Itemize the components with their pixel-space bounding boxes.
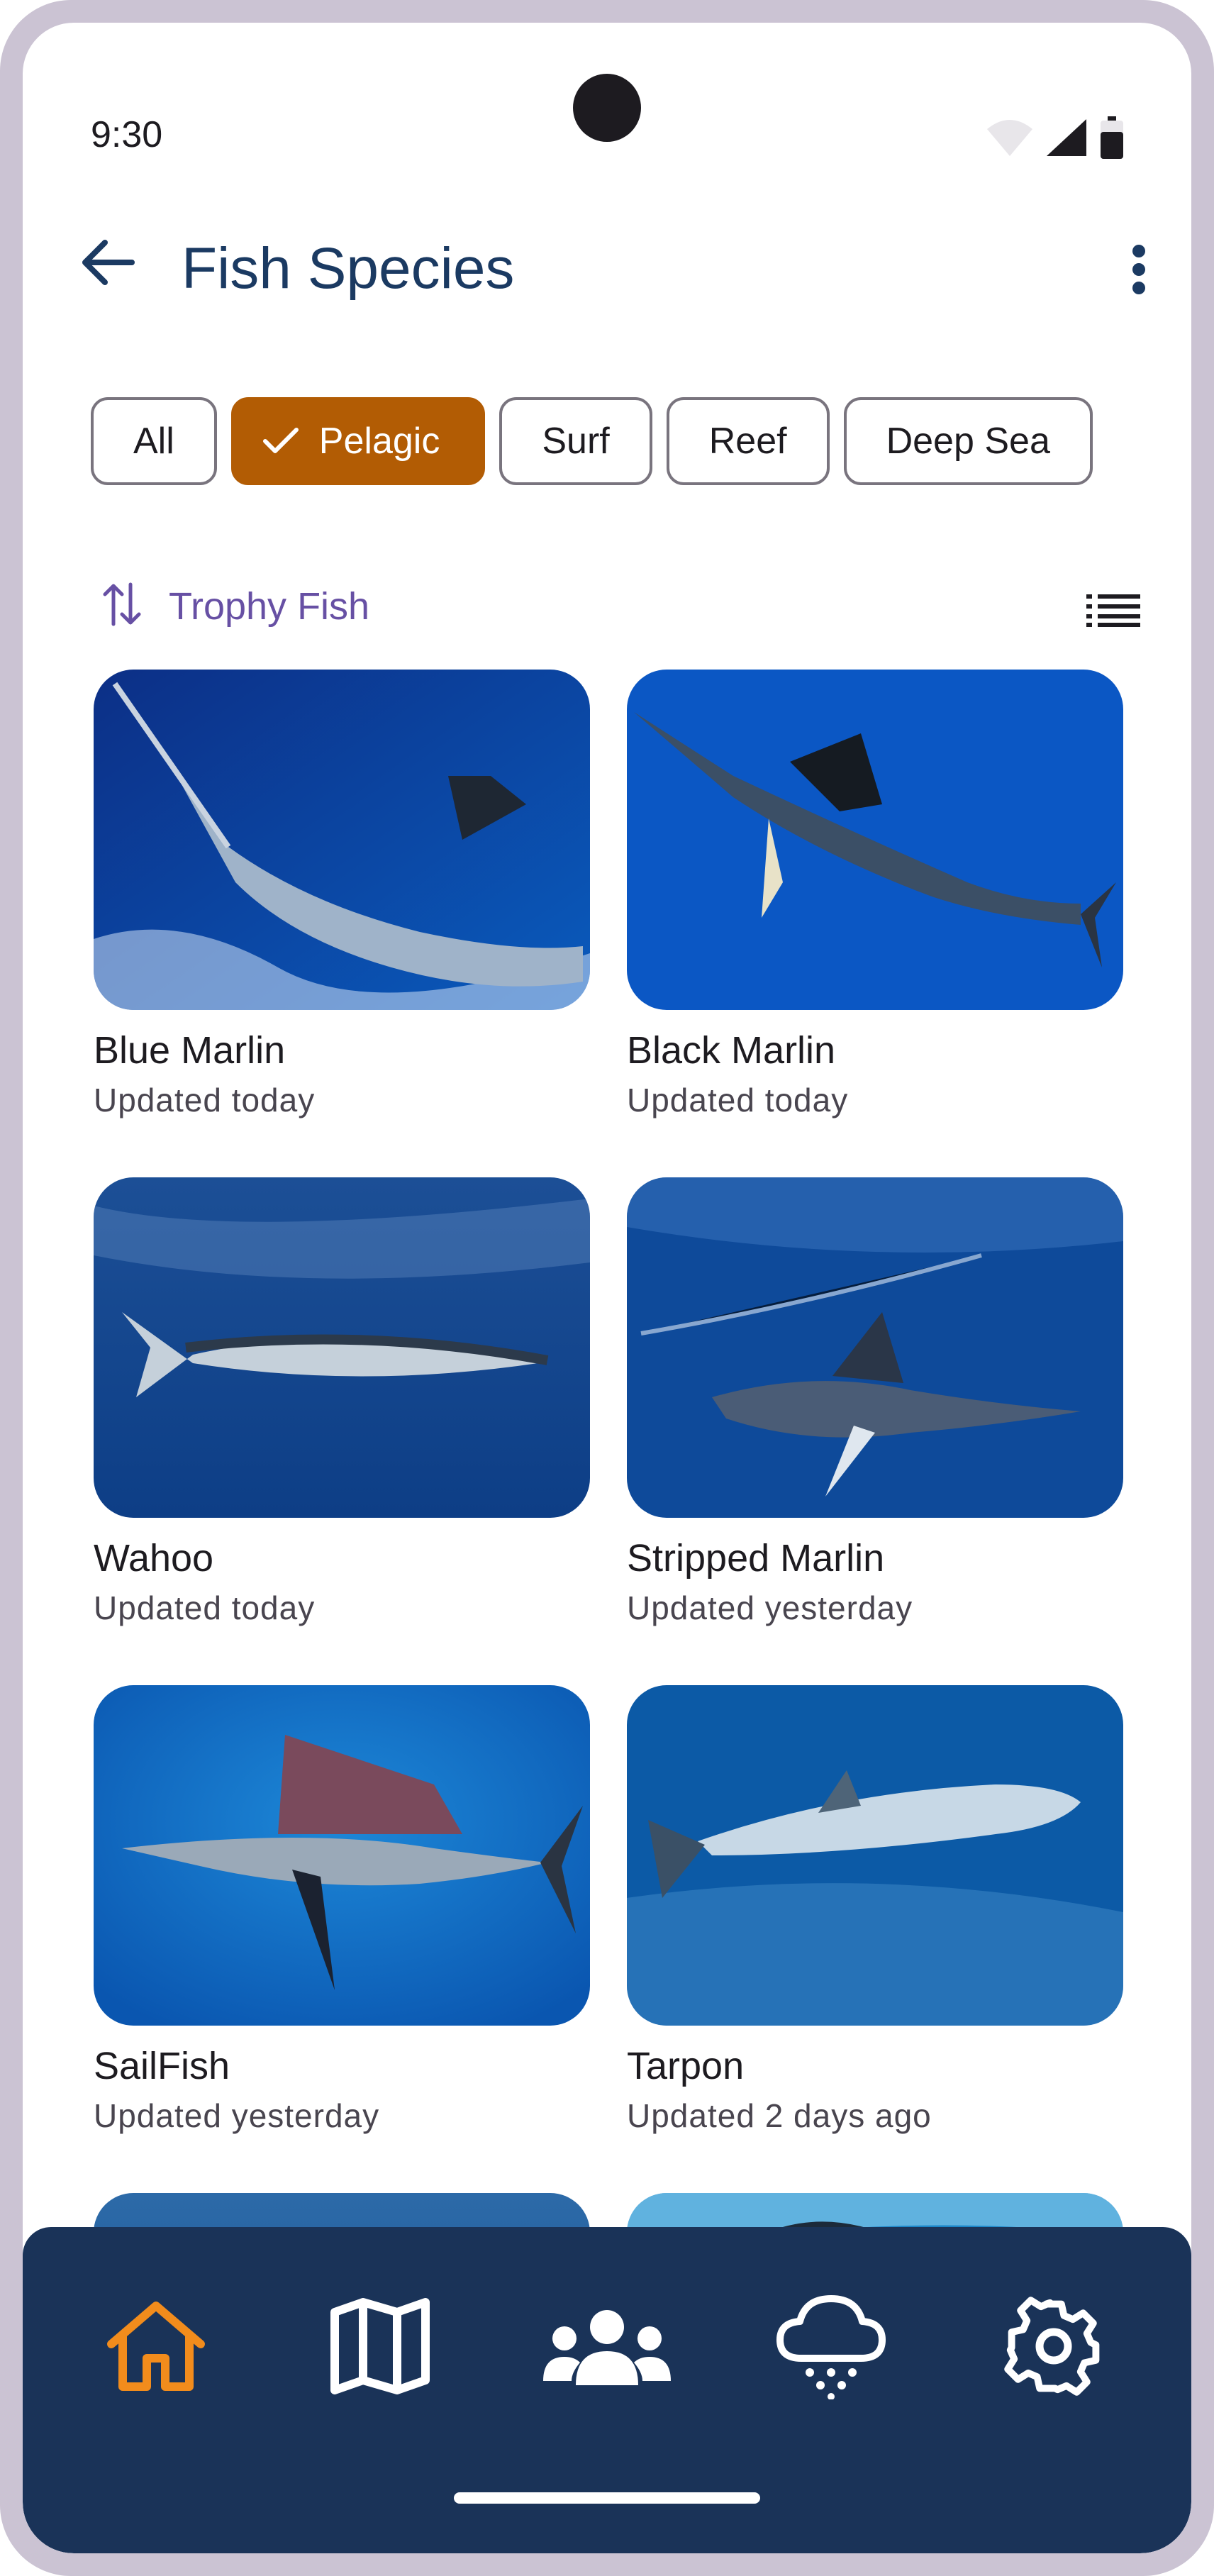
filter-chip-deep-sea[interactable]: Deep Sea xyxy=(843,397,1093,485)
species-name: SailFish xyxy=(94,2045,230,2087)
screen: 9:30 Fish Species All Pelagic Surf Reef … xyxy=(23,23,1191,2553)
species-photo xyxy=(94,1685,590,2026)
bottom-navigation xyxy=(23,2227,1191,2553)
species-name: Tarpon xyxy=(627,2045,745,2087)
species-photo xyxy=(627,1177,1123,1518)
signal-icon xyxy=(1047,119,1086,160)
sort-icon xyxy=(101,582,143,631)
map-icon xyxy=(330,2297,430,2398)
species-card-stripped-marlin[interactable]: Stripped Marlin Updated yesterday xyxy=(627,1177,1123,1627)
species-updated: Updated today xyxy=(627,1082,849,1118)
battery-icon xyxy=(1101,116,1123,162)
filter-chips: All Pelagic Surf Reef Deep Sea xyxy=(91,397,1093,485)
camera-cutout xyxy=(573,74,641,142)
list-view-button[interactable] xyxy=(1078,583,1149,640)
back-button[interactable] xyxy=(65,221,150,306)
chip-label: All xyxy=(133,421,174,462)
species-card-sailfish[interactable]: SailFish Updated yesterday xyxy=(94,1685,590,2135)
species-card-black-marlin[interactable]: Black Marlin Updated today xyxy=(627,670,1123,1119)
species-card-blue-marlin[interactable]: Blue Marlin Updated today xyxy=(94,670,590,1119)
filter-chip-pelagic[interactable]: Pelagic xyxy=(230,397,486,485)
nav-community[interactable] xyxy=(536,2284,678,2411)
filter-chip-surf[interactable]: Surf xyxy=(499,397,652,485)
list-icon xyxy=(1086,593,1140,631)
species-photo xyxy=(94,1177,590,1518)
species-updated: Updated yesterday xyxy=(94,2097,380,2134)
nav-settings[interactable] xyxy=(983,2284,1125,2411)
species-name: Blue Marlin xyxy=(94,1029,286,1072)
device-frame: 9:30 Fish Species All Pelagic Surf Reef … xyxy=(0,0,1214,2576)
species-name: Black Marlin xyxy=(627,1029,836,1072)
species-updated: Updated today xyxy=(94,1589,316,1626)
chip-label: Surf xyxy=(542,421,610,462)
filter-chip-all[interactable]: All xyxy=(91,397,217,485)
weather-icon xyxy=(774,2293,888,2403)
species-updated: Updated 2 days ago xyxy=(627,2097,932,2134)
wifi-icon xyxy=(987,119,1032,160)
species-updated: Updated today xyxy=(94,1082,316,1118)
nav-map[interactable] xyxy=(309,2284,451,2411)
community-icon xyxy=(543,2307,671,2389)
status-time: 9:30 xyxy=(91,114,163,155)
chip-label: Pelagic xyxy=(318,421,440,462)
settings-icon xyxy=(1001,2293,1107,2403)
page-title: Fish Species xyxy=(182,236,515,301)
species-card-tarpon[interactable]: Tarpon Updated 2 days ago xyxy=(627,1685,1123,2135)
home-icon xyxy=(103,2300,209,2396)
arrow-back-icon xyxy=(81,239,135,289)
status-icons xyxy=(987,116,1123,162)
species-updated: Updated yesterday xyxy=(627,1589,913,1626)
more-vertical-icon xyxy=(1132,244,1146,299)
more-options-button[interactable] xyxy=(1103,228,1174,313)
chip-label: Deep Sea xyxy=(886,421,1050,462)
species-name: Wahoo xyxy=(94,1537,214,1580)
species-card-wahoo[interactable]: Wahoo Updated today xyxy=(94,1177,590,1627)
species-photo xyxy=(627,670,1123,1010)
check-icon xyxy=(262,427,299,455)
species-photo xyxy=(94,670,590,1010)
filter-chip-reef[interactable]: Reef xyxy=(666,397,830,485)
nav-home[interactable] xyxy=(85,2284,227,2411)
sort-button[interactable]: Trophy Fish xyxy=(101,582,369,631)
sort-label: Trophy Fish xyxy=(169,584,370,628)
species-photo xyxy=(627,1685,1123,2026)
nav-weather[interactable] xyxy=(760,2284,902,2411)
home-indicator[interactable] xyxy=(454,2492,760,2504)
chip-label: Reef xyxy=(708,421,787,462)
species-name: Stripped Marlin xyxy=(627,1537,885,1580)
